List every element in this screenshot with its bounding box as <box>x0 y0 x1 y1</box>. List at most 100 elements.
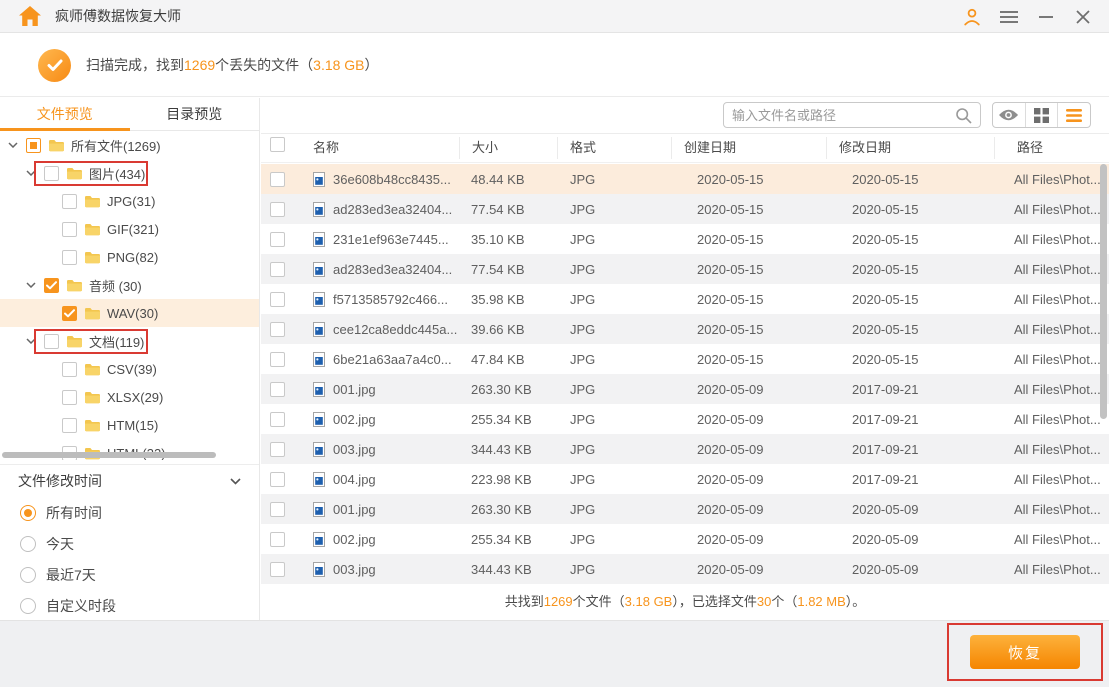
tree-item[interactable]: XLSX(29) <box>0 383 259 411</box>
tree-checkbox[interactable] <box>62 250 77 265</box>
tree-horizontal-scrollbar[interactable] <box>2 452 216 458</box>
chevron-down-icon[interactable] <box>26 282 44 288</box>
row-checkbox[interactable] <box>270 562 285 577</box>
tree-checkbox[interactable] <box>44 334 59 349</box>
row-checkbox[interactable] <box>270 532 285 547</box>
tab-file-preview[interactable]: 文件预览 <box>0 98 130 130</box>
row-checkbox[interactable] <box>270 262 285 277</box>
table-row[interactable]: ad283ed3ea32404...77.54 KBJPG2020-05-152… <box>261 254 1109 284</box>
menu-icon[interactable] <box>999 7 1019 27</box>
search-icon[interactable] <box>955 107 972 124</box>
radio-icon[interactable] <box>20 567 36 583</box>
column-header[interactable]: 路径 <box>994 137 1109 159</box>
tree-item[interactable]: JPG(31) <box>0 187 259 215</box>
select-all-checkbox[interactable] <box>270 137 285 152</box>
table-row[interactable]: f5713585792c466...35.98 KBJPG2020-05-152… <box>261 284 1109 314</box>
recover-button[interactable]: 恢复 <box>970 635 1080 669</box>
table-row[interactable]: 001.jpg263.30 KBJPG2020-05-092017-09-21A… <box>261 374 1109 404</box>
tree-checkbox[interactable] <box>26 138 41 153</box>
home-icon[interactable] <box>18 5 42 27</box>
tree-item[interactable]: GIF(321) <box>0 215 259 243</box>
row-checkbox[interactable] <box>270 442 285 457</box>
eye-view-button[interactable] <box>993 103 1025 127</box>
row-checkbox[interactable] <box>270 232 285 247</box>
tree-item[interactable]: 图片(434) <box>0 159 259 187</box>
table-row[interactable]: 36e608b48cc8435...48.44 KBJPG2020-05-152… <box>261 164 1109 194</box>
table-row[interactable]: 6be21a63aa7a4c0...47.84 KBJPG2020-05-152… <box>261 344 1109 374</box>
row-checkbox[interactable] <box>270 412 285 427</box>
tree-checkbox[interactable] <box>62 194 77 209</box>
tree-checkbox[interactable] <box>44 278 59 293</box>
tree-item[interactable]: PNG(82) <box>0 243 259 271</box>
time-filter-header[interactable]: 文件修改时间 <box>0 465 259 497</box>
row-checkbox[interactable] <box>270 352 285 367</box>
column-header[interactable]: 创建日期 <box>671 137 826 159</box>
search-input[interactable] <box>732 108 955 123</box>
table-vertical-scrollbar[interactable] <box>1100 164 1107 419</box>
table-row[interactable]: 002.jpg255.34 KBJPG2020-05-092020-05-09A… <box>261 524 1109 554</box>
table-row[interactable]: 003.jpg344.43 KBJPG2020-05-092017-09-21A… <box>261 434 1109 464</box>
file-format: JPG <box>557 322 671 337</box>
table-row[interactable]: cee12ca8eddc445a...39.66 KBJPG2020-05-15… <box>261 314 1109 344</box>
table-row[interactable]: 004.jpg223.98 KBJPG2020-05-092017-09-21A… <box>261 464 1109 494</box>
table-row[interactable]: 231e1ef963e7445...35.10 KBJPG2020-05-152… <box>261 224 1109 254</box>
tree-item[interactable]: 音频 (30) <box>0 271 259 299</box>
time-option[interactable]: 所有时间 <box>0 497 259 528</box>
file-name: 6be21a63aa7a4c0... <box>333 352 452 367</box>
radio-icon[interactable] <box>20 598 36 614</box>
radio-icon[interactable] <box>20 505 36 521</box>
list-view-button[interactable] <box>1057 103 1090 127</box>
tree-item[interactable]: CSV(39) <box>0 355 259 383</box>
chevron-down-icon[interactable] <box>26 338 44 344</box>
list-icon <box>1066 109 1082 122</box>
file-size: 255.34 KB <box>459 532 557 547</box>
grid-view-button[interactable] <box>1025 103 1058 127</box>
close-icon[interactable] <box>1073 7 1093 27</box>
file-path: All Files\Phot... <box>994 382 1109 397</box>
chevron-down-icon[interactable] <box>8 142 26 148</box>
tree-item[interactable]: HTM(15) <box>0 411 259 439</box>
tree-checkbox[interactable] <box>44 166 59 181</box>
tree-checkbox[interactable] <box>62 418 77 433</box>
row-checkbox[interactable] <box>270 322 285 337</box>
tree-item[interactable]: 文档(119) <box>0 327 259 355</box>
row-checkbox[interactable] <box>270 502 285 517</box>
table-row[interactable]: 002.jpg255.34 KBJPG2020-05-092017-09-21A… <box>261 404 1109 434</box>
time-option[interactable]: 今天 <box>0 528 259 559</box>
modified-date: 2020-05-15 <box>826 292 994 307</box>
tree-item[interactable]: 所有文件(1269) <box>0 131 259 159</box>
row-checkbox[interactable] <box>270 202 285 217</box>
row-checkbox[interactable] <box>270 382 285 397</box>
modified-date: 2020-05-09 <box>826 502 994 517</box>
text-segment: 个丢失的文件（ <box>215 57 313 73</box>
time-option[interactable]: 最近7天 <box>0 559 259 590</box>
column-header[interactable]: 格式 <box>557 137 671 159</box>
table-row[interactable]: 003.jpg344.43 KBJPG2020-05-092020-05-09A… <box>261 554 1109 584</box>
file-name-cell: ad283ed3ea32404... <box>301 262 459 277</box>
minimize-icon[interactable] <box>1036 7 1056 27</box>
column-header[interactable]: 名称 <box>301 137 459 159</box>
modified-date: 2017-09-21 <box>826 442 994 457</box>
tree-item[interactable]: WAV(30) <box>0 299 259 327</box>
chevron-down-icon[interactable] <box>26 170 44 176</box>
file-name-cell: 004.jpg <box>301 472 459 487</box>
tree-checkbox[interactable] <box>62 390 77 405</box>
text-segment: ），已选择文件 <box>672 594 757 609</box>
row-checkbox[interactable] <box>270 172 285 187</box>
user-account-icon[interactable] <box>962 7 982 27</box>
time-option[interactable]: 自定义时段 <box>0 590 259 621</box>
radio-icon[interactable] <box>20 536 36 552</box>
file-name: ad283ed3ea32404... <box>333 202 452 217</box>
column-header[interactable]: 修改日期 <box>826 137 994 159</box>
row-checkbox[interactable] <box>270 472 285 487</box>
table-row[interactable]: 001.jpg263.30 KBJPG2020-05-092020-05-09A… <box>261 494 1109 524</box>
tree-checkbox[interactable] <box>62 362 77 377</box>
column-header[interactable]: 大小 <box>459 137 557 159</box>
text-segment: 1269 <box>184 57 215 73</box>
created-date: 2020-05-09 <box>671 502 826 517</box>
tree-checkbox[interactable] <box>62 222 77 237</box>
table-row[interactable]: ad283ed3ea32404...77.54 KBJPG2020-05-152… <box>261 194 1109 224</box>
row-checkbox[interactable] <box>270 292 285 307</box>
tab-directory-preview[interactable]: 目录预览 <box>130 98 260 130</box>
tree-checkbox[interactable] <box>62 306 77 321</box>
